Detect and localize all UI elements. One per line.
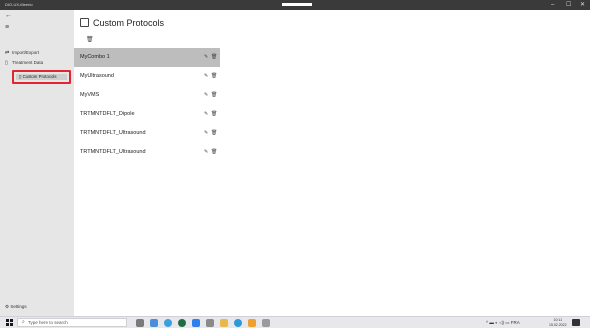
protocol-row[interactable]: TRTMNTDFLT_Ultrasound ✎ 🗑 [74,124,220,143]
gear-icon: ⚙ [5,304,10,309]
protocol-row[interactable]: MyUltrasound ✎ 🗑 [74,67,220,86]
title-drag-bar[interactable] [282,3,312,6]
edit-pencil-icon[interactable]: ✎ [204,110,208,118]
sidebar-item-import-export[interactable]: ⇄ Import/Export [5,48,39,57]
sidebar-item-label: Import/Export [12,50,40,55]
sidebar-item-custom-protocols[interactable]: ▯ Custom Protocols [12,70,71,84]
protocol-name: MyVMS [80,92,100,98]
trash-icon[interactable]: 🗑 [211,72,217,80]
protocol-icon [80,18,89,27]
document-icon: ▯ [5,60,8,66]
windows-start-icon[interactable] [6,319,13,326]
protocol-row[interactable]: MyVMS ✎ 🗑 [74,86,220,105]
clock-date: 15.02.2022 [549,322,567,327]
edit-pencil-icon[interactable]: ✎ [204,72,208,80]
protocol-row[interactable]: MyCombo 1 ✎ 🗑 [74,48,220,67]
settings-label: Settings [10,304,27,309]
protocol-name: TRTMNTDFLT_Dipole [80,111,135,117]
trash-icon[interactable]: 🗑 [211,53,217,61]
trash-icon[interactable]: 🗑 [211,129,217,137]
back-arrow-icon[interactable]: ← [5,12,12,19]
hamburger-menu-icon[interactable]: ≡ [5,24,9,31]
protocol-name: MyUltrasound [80,73,114,79]
import-export-icon: ⇄ [5,50,10,56]
sidebar-item-label: Custom Protocols [22,74,57,79]
pen-app-icon[interactable] [262,319,270,327]
page-title: Custom Protocols [80,18,164,28]
protocol-name: MyCombo 1 [80,54,110,60]
trash-icon[interactable]: 🗑 [211,91,217,99]
sidebar-item-treatment-data[interactable]: ▯ Treatment Data [5,58,43,67]
sidebar: ← ≡ ⇄ Import/Export ▯ Treatment Data ▯ Cus… [0,10,74,316]
edit-pencil-icon[interactable]: ✎ [204,91,208,99]
sidebar-item-selected-bg: ▯ Custom Protocols [16,74,67,80]
calculator-icon[interactable] [206,319,214,327]
minimize-button[interactable]: – [551,1,554,9]
vscode-icon[interactable] [192,319,200,327]
page-title-text: Custom Protocols [93,18,165,28]
trash-icon[interactable]: 🗑 [211,148,217,156]
edit-pencil-icon[interactable]: ✎ [204,129,208,137]
app-icon[interactable] [178,319,186,327]
protocol-icon: ▯ [19,74,22,79]
trash-icon[interactable]: 🗑 [86,36,94,43]
sidebar-item-settings[interactable]: ⚙ Settings [5,304,27,310]
taskbar-clock[interactable]: 10:11 15.02.2022 [549,318,567,327]
window-title: DIO-UX-Meerlo [5,2,33,7]
protocol-name: TRTMNTDFLT_Ultrasound [80,130,146,136]
app-icon[interactable] [234,319,242,327]
notification-icon[interactable] [572,319,580,326]
system-tray[interactable]: ^ ▬ ◐ ◁) ▭ FRA [486,319,520,327]
trash-icon[interactable]: 🗑 [211,110,217,118]
active-app-icon[interactable] [248,319,256,327]
edge-browser-icon[interactable] [150,319,158,327]
chrome-browser-icon[interactable] [164,319,172,327]
protocol-row[interactable]: TRTMNTDFLT_Ultrasound ✎ 🗑 [74,143,220,162]
protocol-name: TRTMNTDFLT_Ultrasound [80,149,146,155]
protocol-row[interactable]: TRTMNTDFLT_Dipole ✎ 🗑 [74,105,220,124]
edit-pencil-icon[interactable]: ✎ [204,53,208,61]
task-view-icon[interactable] [136,319,144,327]
edit-pencil-icon[interactable]: ✎ [204,148,208,156]
file-explorer-icon[interactable] [220,319,228,327]
taskbar: Type here to search ⌕ ^ ▬ ◐ ◁) ▭ FRA 10:… [0,316,590,328]
sidebar-item-label: Treatment Data [12,60,44,65]
search-icon: ⌕ [22,319,25,325]
title-bar: DIO-UX-Meerlo – ☐ ✕ [0,0,590,10]
taskbar-search-input[interactable]: Type here to search [17,318,127,327]
close-button[interactable]: ✕ [580,1,585,9]
maximize-button[interactable]: ☐ [566,1,571,9]
main-content: Custom Protocols 🗑 MyCombo 1 ✎ 🗑 MyUltra… [74,10,590,316]
